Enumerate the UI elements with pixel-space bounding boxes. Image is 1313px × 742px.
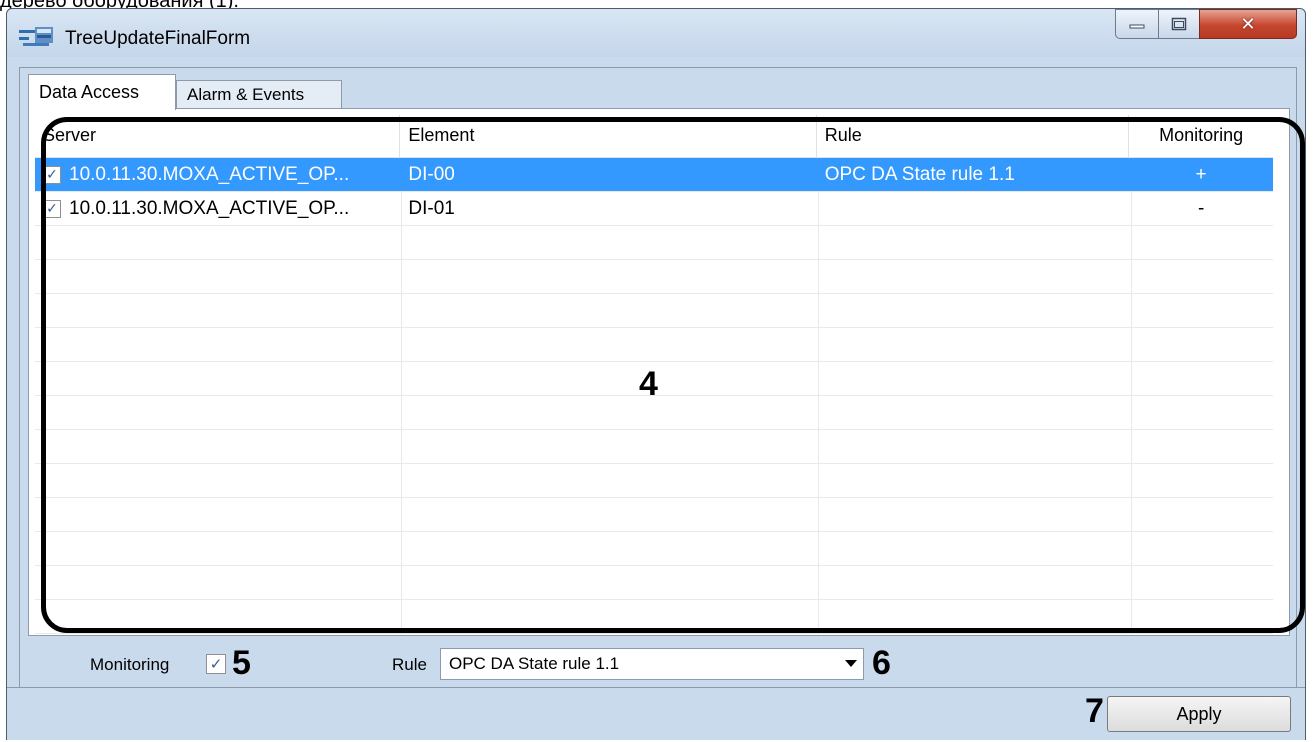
annotation-5: 5: [232, 644, 251, 682]
tree-update-window: TreeUpdateFinalForm ✕ Data Access Alarm …: [6, 8, 1306, 740]
row-checkbox[interactable]: ✓: [43, 165, 61, 184]
rule-cell: [817, 192, 1130, 225]
monitoring-cell: +: [1195, 163, 1207, 185]
server-name: 10.0.11.30.MOXA_ACTIVE_OP...: [69, 163, 350, 185]
element-cell: DI-00: [408, 163, 455, 185]
table-row[interactable]: ✓ 10.0.11.30.MOXA_ACTIVE_OP... DI-01 -: [35, 192, 1273, 225]
maximize-icon: [1171, 17, 1187, 31]
server-cell: ✓ 10.0.11.30.MOXA_ACTIVE_OP...: [35, 158, 400, 191]
annotation-7: 7: [1085, 692, 1104, 730]
apply-button[interactable]: Apply: [1107, 696, 1291, 732]
minimize-button[interactable]: [1115, 9, 1159, 39]
rule-label: Rule: [392, 655, 427, 674]
monitoring-checkbox[interactable]: ✓: [206, 654, 226, 674]
column-header-rule[interactable]: Rule: [817, 115, 1130, 157]
tab-data-access[interactable]: Data Access: [28, 74, 176, 110]
row-checkbox[interactable]: ✓: [43, 199, 61, 218]
monitoring-label: Monitoring: [90, 655, 170, 674]
chevron-down-icon[interactable]: [845, 660, 857, 667]
column-header-monitoring[interactable]: Monitoring: [1129, 115, 1273, 157]
monitoring-cell: -: [1197, 197, 1205, 219]
rule-cell: OPC DA State rule 1.1: [824, 163, 1015, 185]
column-divider: [818, 158, 819, 635]
grid-header: Server Element Rule Monitoring: [35, 115, 1273, 158]
title-bar[interactable]: TreeUpdateFinalForm ✕: [7, 9, 1305, 57]
close-icon: ✕: [1240, 13, 1256, 35]
maximize-button[interactable]: [1158, 9, 1200, 39]
rule-controls: Monitoring ✓ 5 Rule OPC DA State rule 1.…: [20, 640, 1296, 686]
table-row[interactable]: ✓ 10.0.11.30.MOXA_ACTIVE_OP... DI-00 OPC…: [35, 158, 1273, 191]
column-header-server[interactable]: Server: [35, 115, 401, 157]
column-divider: [401, 158, 402, 635]
close-button[interactable]: ✕: [1199, 9, 1297, 39]
rule-dropdown-value: OPC DA State rule 1.1: [449, 654, 620, 673]
column-header-element[interactable]: Element: [400, 115, 817, 157]
server-name: 10.0.11.30.MOXA_ACTIVE_OP...: [69, 197, 350, 219]
annotation-6: 6: [872, 644, 891, 682]
rule-dropdown[interactable]: OPC DA State rule 1.1: [440, 648, 864, 680]
network-tree-icon: [19, 27, 53, 46]
column-divider: [1131, 158, 1132, 635]
annotation-4: 4: [639, 365, 658, 403]
tab-alarm-events[interactable]: Alarm & Events: [176, 80, 342, 108]
element-cell: DI-01: [408, 197, 455, 219]
data-access-page: Server Element Rule Monitoring ✓ 10.0.11…: [28, 108, 1290, 636]
tab-control: Data Access Alarm & Events Server Elemen…: [19, 67, 1297, 689]
window-title: TreeUpdateFinalForm: [65, 28, 251, 49]
bottom-panel: 7 Apply: [7, 687, 1305, 740]
server-cell: ✓ 10.0.11.30.MOXA_ACTIVE_OP...: [35, 192, 400, 225]
minimize-icon: [1129, 24, 1145, 29]
